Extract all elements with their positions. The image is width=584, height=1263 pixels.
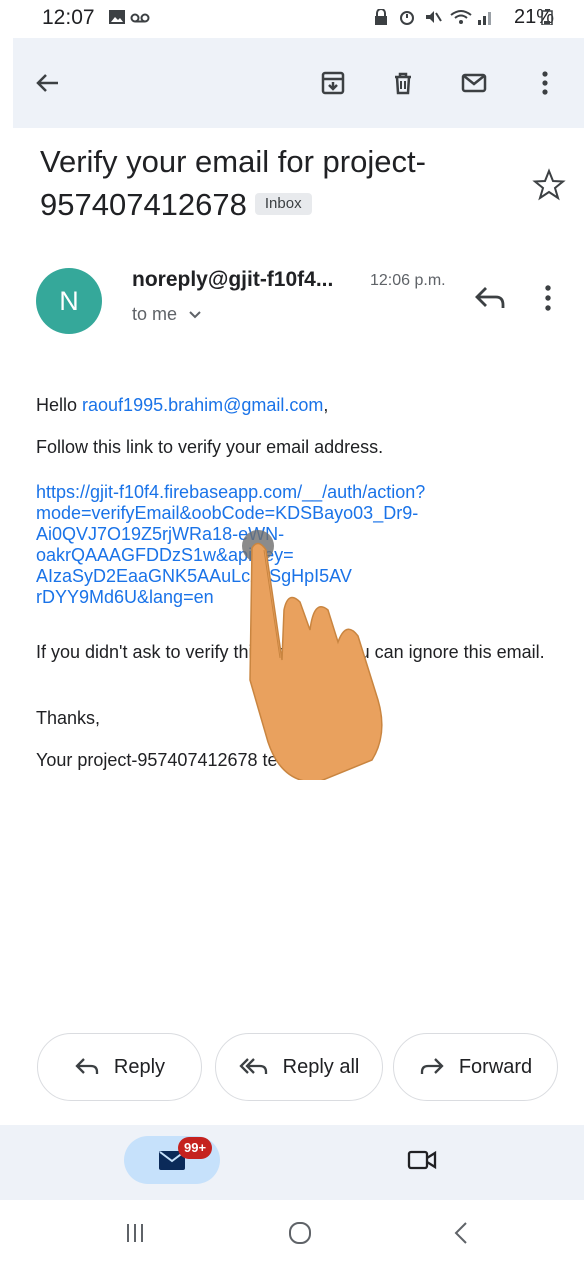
lock-icon [375, 9, 387, 25]
video-icon [407, 1150, 437, 1170]
forward-icon [420, 1058, 444, 1074]
alarm-icon [400, 11, 414, 25]
forward-button[interactable]: Forward [393, 1033, 558, 1101]
back-button[interactable] [27, 62, 69, 104]
email-subject: Verify your email for project-9574074126… [40, 140, 520, 226]
greeting-prefix: Hello [36, 395, 83, 415]
gallery-icon [109, 10, 125, 24]
subject-text: Verify your email for project-9574074126… [40, 144, 426, 222]
sender-name[interactable]: noreply@gjit-f10f4... [132, 268, 333, 292]
home-icon [289, 1222, 311, 1244]
system-back-icon [454, 1222, 467, 1244]
greeting-email-link[interactable]: raouf1995.brahim@gmail.com [82, 395, 323, 415]
ignore-text: If you didn't ask to verify this address… [36, 642, 545, 662]
chevron-down-icon [189, 311, 201, 319]
link-line: https://gjit-f10f4.firebaseapp.com/__/au… [36, 482, 426, 502]
more-vert-icon [542, 71, 548, 95]
mute-icon [426, 11, 442, 23]
battery-icon [541, 9, 553, 25]
recent-apps-icon [127, 1224, 143, 1242]
reply-label: Reply [113, 1055, 166, 1078]
system-back-button[interactable] [436, 1215, 486, 1251]
delete-button[interactable] [382, 62, 424, 104]
message-more-icon[interactable] [536, 282, 560, 314]
delete-icon [395, 72, 411, 95]
link-line: Ai0QVJ7O19Z5rjWRa18-eWN- [36, 524, 285, 544]
avatar-letter: N [59, 285, 79, 316]
reply-all-label: Reply all [282, 1055, 360, 1078]
greeting: Hello raouf1995.brahim@gmail.com, [36, 395, 566, 416]
link-line: rDYY9Md6U&lang=en [36, 587, 214, 607]
archive-button[interactable] [312, 62, 354, 104]
mail-icon [461, 73, 487, 93]
sent-time: 12:06 p.m. [370, 272, 446, 289]
bottom-navigation [0, 1125, 584, 1200]
signature-text: Your project-957407412678 team [36, 750, 303, 770]
reply-all-button[interactable]: Reply all [215, 1033, 383, 1101]
archive-icon [321, 71, 345, 95]
greeting-suffix: , [323, 395, 329, 415]
status-time: 12:07 [42, 6, 95, 29]
back-arrow-icon [36, 74, 58, 92]
mark-unread-button[interactable] [453, 62, 495, 104]
recent-apps-button[interactable] [110, 1215, 160, 1251]
thanks-text: Thanks, [36, 708, 101, 728]
inbox-label-badge[interactable]: Inbox [254, 192, 312, 215]
verification-link[interactable]: https://gjit-f10f4.firebaseapp.com/__/au… [36, 482, 536, 608]
signal-icon [478, 12, 491, 25]
recipient-details[interactable]: to me [132, 304, 202, 325]
nav-meet[interactable] [400, 1140, 444, 1180]
link-line: AIzaSyD2EaaGNK5AAuLcz8SgHpI5AV [36, 566, 352, 586]
avatar[interactable]: N [36, 268, 102, 334]
voicemail-icon [130, 13, 150, 23]
reply-icon[interactable] [472, 280, 508, 316]
star-icon[interactable] [532, 168, 566, 202]
status-bar: 12:07 21% [0, 0, 584, 36]
toolbar [13, 38, 584, 128]
link-line: mode=verifyEmail&oobCode=KDSBayo03_Dr9- [36, 503, 419, 523]
mail-count-badge: 99+ [178, 1137, 213, 1159]
reply-all-icon [239, 1058, 267, 1074]
forward-label: Forward [458, 1055, 533, 1078]
home-button[interactable] [275, 1215, 325, 1251]
reply-icon [75, 1058, 99, 1074]
more-options-button[interactable] [524, 62, 566, 104]
link-line: oakrQAAAGFDDzS1w&apiKey= [36, 545, 294, 565]
recipient-label: to me [132, 304, 178, 324]
instruction-text: Follow this link to verify your email ad… [36, 437, 384, 457]
reply-button[interactable]: Reply [37, 1033, 202, 1101]
wifi-icon [450, 10, 472, 24]
